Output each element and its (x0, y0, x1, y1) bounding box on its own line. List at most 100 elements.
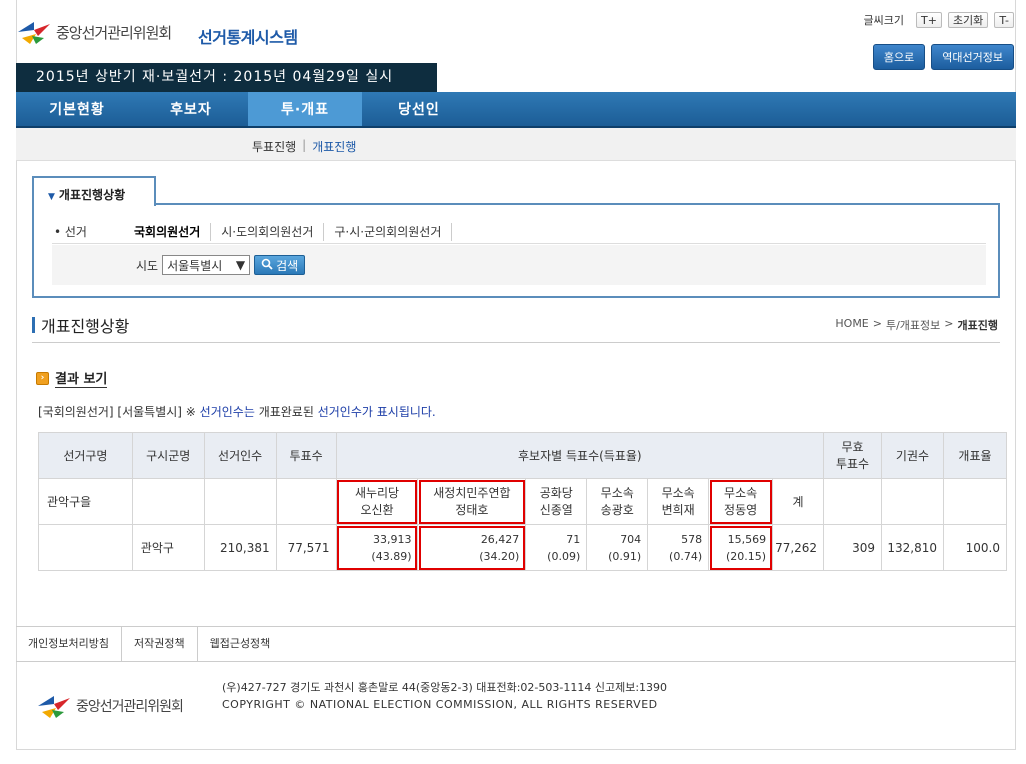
vote-count: 26,427 (480, 532, 520, 546)
vote-pct: (20.15) (726, 549, 767, 563)
breadcrumb: HOME > 투/개표정보 > 개표진행 (835, 317, 998, 333)
font-size-label: 글씨크기 (863, 14, 904, 27)
font-size-down-button[interactable]: T- (994, 12, 1014, 28)
cell-empty (38, 524, 133, 571)
vote-pct: (43.89) (371, 549, 412, 563)
vote-count: 704 (620, 532, 642, 546)
election-option-provincial-council[interactable]: 시·도의회의원선거 (211, 222, 325, 241)
candidate-votes-2: 26,427 (34.20) (417, 524, 527, 571)
subnav-item-counting-progress[interactable]: 개표진행 (312, 138, 356, 155)
sido-select[interactable]: 서울특별시 ▼ (162, 255, 251, 275)
nav-item-candidates[interactable]: 후보자 (134, 92, 248, 126)
top-buttons: 홈으로 역대선거정보 (872, 44, 1014, 70)
note-prefix: [국회의원선거] [서울특별시] ※ (38, 405, 200, 419)
cell-invalid: 309 (823, 524, 882, 571)
vote-pct: (0.74) (669, 549, 703, 563)
sido-label: 시도 (136, 258, 159, 273)
note-blue-1: 선거인수는 (199, 405, 255, 419)
header-abstain: 기권수 (880, 432, 944, 479)
cell-empty (880, 478, 944, 525)
main-nav: 기본현황 후보자 투·개표 당선인 (16, 92, 1016, 128)
vote-pct: (0.09) (547, 549, 581, 563)
candidate-party: 무소속 (724, 485, 758, 500)
candidate-name: 정태호 (455, 502, 489, 517)
cell-district: 관악구을 (38, 478, 133, 525)
footer-link-privacy[interactable]: 개인정보처리방침 (16, 626, 122, 662)
table-header-row: 선거구명 구시군명 선거인수 투표수 후보자별 득표수(득표율) 무효 투표수 … (38, 432, 1008, 479)
nav-item-basic-status[interactable]: 기본현황 (20, 92, 134, 126)
header-sigungu: 구시군명 (131, 432, 205, 479)
election-option-local-council[interactable]: 구·시·군의회의원선거 (324, 222, 453, 241)
header-count-rate: 개표율 (942, 432, 1008, 479)
org-name: 중앙선거관리위원회 (56, 23, 172, 42)
sub-nav: 투표진행 | 개표진행 (16, 128, 1016, 161)
table-row: 관악구을 새누리당오신환 새정치민주연합정태호 공화당 신종열 무소속 송광호 무소… (38, 478, 1008, 525)
cell-rate: 100.0 (942, 524, 1008, 571)
breadcrumb-separator: > (944, 317, 954, 330)
candidate-votes-4: 704 (0.91) (586, 524, 649, 571)
cell-empty (823, 478, 882, 525)
footer-links: 개인정보처리방침 저작권정책 웹접근성정책 (16, 626, 1016, 662)
cell-abstain: 132,810 (880, 524, 944, 571)
dropdown-arrow-icon: ▼ (235, 258, 246, 272)
results-table: 선거구명 구시군명 선거인수 투표수 후보자별 득표수(득표율) 무효 투표수 … (38, 432, 1008, 571)
election-option-national-assembly[interactable]: 국회의원선거 (134, 222, 212, 241)
sido-value: 서울특별시 (167, 258, 223, 273)
candidate-header-3: 공화당 신종열 (525, 478, 588, 525)
header-candidate-votes: 후보자별 득표수(득표율) (335, 432, 825, 479)
candidate-party: 새누리당 (354, 485, 400, 500)
font-size-reset-button[interactable]: 초기화 (947, 12, 989, 28)
candidate-header-1: 새누리당오신환 (335, 478, 419, 525)
candidate-header-4: 무소속 송광호 (586, 478, 649, 525)
vote-count: 71 (566, 532, 581, 546)
cell-sigungu: 관악구 (131, 524, 205, 571)
candidate-votes-5: 578 (0.74) (647, 524, 710, 571)
note-mid: 개표완료된 (254, 405, 318, 419)
breadcrumb-vote-info[interactable]: 투/개표정보 (886, 317, 940, 333)
table-row: 관악구 210,381 77,571 33,913 (43.89) 26,427 (… (38, 524, 1008, 571)
result-note: [국회의원선거] [서울특별시] ※ 선거인수는 개표완료된 선거인수가 표시됩… (38, 403, 436, 420)
candidate-header-5: 무소속 변희재 (647, 478, 710, 525)
subnav-item-voting-progress[interactable]: 투표진행 (252, 138, 296, 155)
breadcrumb-separator: > (872, 317, 882, 330)
candidate-name: 신종열 (539, 502, 573, 517)
header-electors: 선거인수 (203, 432, 277, 479)
vote-pct: (34.20) (479, 549, 520, 563)
nec-emblem-icon (36, 692, 72, 720)
cell-empty (203, 478, 277, 525)
sido-row: 시도 서울특별시 ▼ 검색 (52, 245, 986, 285)
candidate-party: 무소속 (661, 485, 695, 500)
footer-logo: 중앙선거관리위원회 (36, 692, 184, 720)
breadcrumb-current: 개표진행 (957, 319, 998, 332)
candidate-header-2: 새정치민주연합정태호 (417, 478, 527, 525)
cell-empty (942, 478, 1008, 525)
magnifier-icon (261, 258, 273, 273)
election-label: • 선거 (54, 225, 87, 239)
home-button[interactable]: 홈으로 (872, 44, 926, 70)
vote-count: 33,913 (372, 532, 412, 546)
candidate-party: 새정치민주연합 (433, 485, 511, 500)
cell-voters: 77,571 (275, 524, 337, 571)
footer-address: (우)427-727 경기도 과천시 홍촌말로 44(중앙동2-3) 대표전화:… (222, 681, 668, 694)
search-button[interactable]: 검색 (254, 255, 306, 275)
footer-link-copyright[interactable]: 저작권정책 (122, 626, 198, 662)
search-button-label: 검색 (276, 258, 299, 273)
header-district: 선거구명 (38, 432, 133, 479)
tab-counting-status[interactable]: ▼ 개표진행상황 (32, 176, 156, 206)
candidate-party: 무소속 (600, 485, 634, 500)
org-logo[interactable]: 중앙선거관리위원회 (16, 18, 172, 46)
nav-item-voting-counting[interactable]: 투·개표 (248, 92, 362, 126)
candidate-header-6: 무소속 정동영 (708, 478, 774, 525)
candidate-votes-1: 33,913 (43.89) (335, 524, 419, 571)
font-size-up-button[interactable]: T+ (916, 12, 942, 28)
cell-total: 77,262 (772, 524, 825, 571)
footer-link-accessibility[interactable]: 웹접근성정책 (198, 626, 283, 662)
nav-item-elected[interactable]: 당선인 (362, 92, 476, 126)
note-blue-2: 선거인수가 표시됩니다. (317, 405, 436, 419)
page-title: 개표진행상황 (32, 313, 129, 337)
history-election-button[interactable]: 역대선거정보 (931, 44, 1014, 70)
candidate-name: 오신환 (360, 502, 394, 517)
system-title[interactable]: 선거통계시스템 (198, 24, 298, 48)
vote-pct: (0.91) (608, 549, 642, 563)
breadcrumb-home[interactable]: HOME (835, 317, 868, 333)
